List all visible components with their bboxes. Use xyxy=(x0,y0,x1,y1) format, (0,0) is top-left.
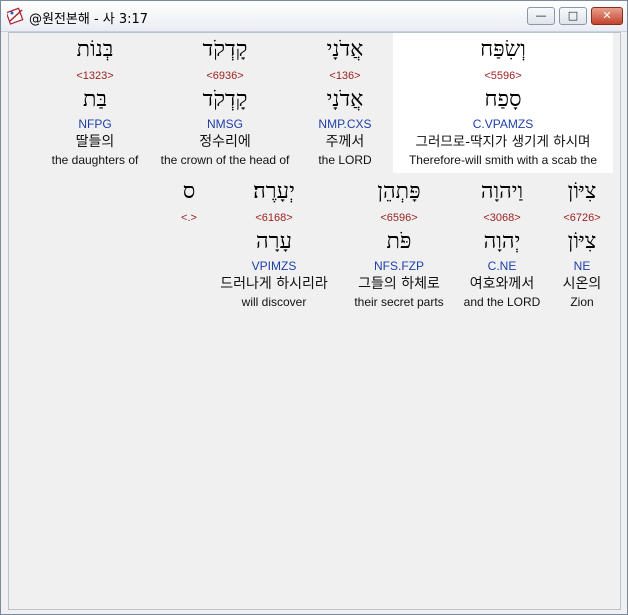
hebrew-word: ס xyxy=(182,179,196,204)
english-gloss: and the LORD xyxy=(463,295,541,309)
app-window: @원전본해 - 사 3:17 — □ ✕ בְּנוֹת <1323> בַּת… xyxy=(0,0,628,615)
english-gloss: Therefore-will smith with a scab the xyxy=(408,153,598,167)
close-icon: ✕ xyxy=(602,9,612,22)
korean-gloss: 딸들의 xyxy=(75,134,115,150)
korean-gloss: 그러므로-딱지가 생기게 하시며 xyxy=(415,134,591,150)
korean-gloss: 드러나게 하시리라 xyxy=(220,276,328,292)
hebrew-lemma: עָרָה xyxy=(256,229,292,254)
parsing-code: NMSG xyxy=(207,117,243,131)
title-bar[interactable]: @원전본해 - 사 3:17 — □ ✕ xyxy=(1,1,627,32)
strong-number: <6936> xyxy=(206,70,244,82)
parsing-code: C.VPAMZS xyxy=(472,117,534,131)
korean-gloss: 시온의 xyxy=(562,276,602,292)
hebrew-lemma: בַּת xyxy=(82,87,108,112)
hebrew-lemma: פֹּת xyxy=(386,229,412,254)
close-button[interactable]: ✕ xyxy=(591,7,623,25)
hebrew-lemma: צִיּוֹן xyxy=(567,229,597,254)
strong-number: <6726> xyxy=(563,212,601,224)
korean-gloss: 주께서 xyxy=(325,134,365,150)
english-gloss: the crown of the head of xyxy=(160,153,290,167)
strong-number: <3068> xyxy=(483,212,521,224)
hebrew-word: וַיהוָה xyxy=(480,179,524,204)
parsing-code: VPIMZS xyxy=(251,259,297,273)
parsing-code: C.NE xyxy=(487,259,517,273)
hebrew-lemma: סָפַח xyxy=(484,87,522,112)
parsing-code: NE xyxy=(573,259,591,273)
strong-number: <136> xyxy=(329,70,361,82)
parsing-code: NFS.FZP xyxy=(374,259,424,273)
hebrew-lemma: יְהוָה xyxy=(483,229,521,254)
hebrew-lemma: קָדְקֹד xyxy=(202,87,248,112)
minimize-icon: — xyxy=(535,9,547,22)
english-gloss: the LORD xyxy=(318,153,372,167)
english-gloss: the daughters of xyxy=(51,153,139,167)
hebrew-word: יְעָרֶה׃ xyxy=(253,179,295,204)
hebrew-word: אֲדֹנָי xyxy=(326,37,364,62)
window-title: @원전본해 - 사 3:17 xyxy=(29,12,149,27)
hebrew-word: צִיּוֹן xyxy=(567,179,597,204)
parsing-code: NMP.CXS xyxy=(318,117,372,131)
hebrew-word: פָּתְהֵן xyxy=(377,179,421,204)
minimize-button[interactable]: — xyxy=(527,7,555,25)
korean-gloss: 정수리에 xyxy=(199,134,251,150)
korean-gloss: 여호와께서 xyxy=(469,276,535,292)
hebrew-word: בְּנוֹת xyxy=(76,37,114,62)
interlinear-panel[interactable]: בְּנוֹת <1323> בַּת NFPG 딸들의 the daughte… xyxy=(8,32,621,610)
english-gloss: Zion xyxy=(570,295,594,309)
hebrew-word: וְשִׂפַּח xyxy=(480,37,526,62)
maximize-button[interactable]: □ xyxy=(559,7,587,25)
parsing-code: NFPG xyxy=(78,117,112,131)
strong-number: <5596> xyxy=(484,70,522,82)
english-gloss: will discover xyxy=(241,295,307,309)
strong-number: <6596> xyxy=(380,212,418,224)
hebrew-word: קָדְקֹד xyxy=(202,37,248,62)
strong-number: <.> xyxy=(181,212,197,224)
strong-number: <1323> xyxy=(76,70,114,82)
strong-number: <6168> xyxy=(255,212,293,224)
maximize-icon: □ xyxy=(567,9,579,22)
korean-gloss: 그들의 하체로 xyxy=(358,276,440,292)
app-logo-icon xyxy=(7,7,24,25)
english-gloss: their secret parts xyxy=(354,295,444,309)
hebrew-lemma: אֲדֹנָי xyxy=(326,87,364,112)
